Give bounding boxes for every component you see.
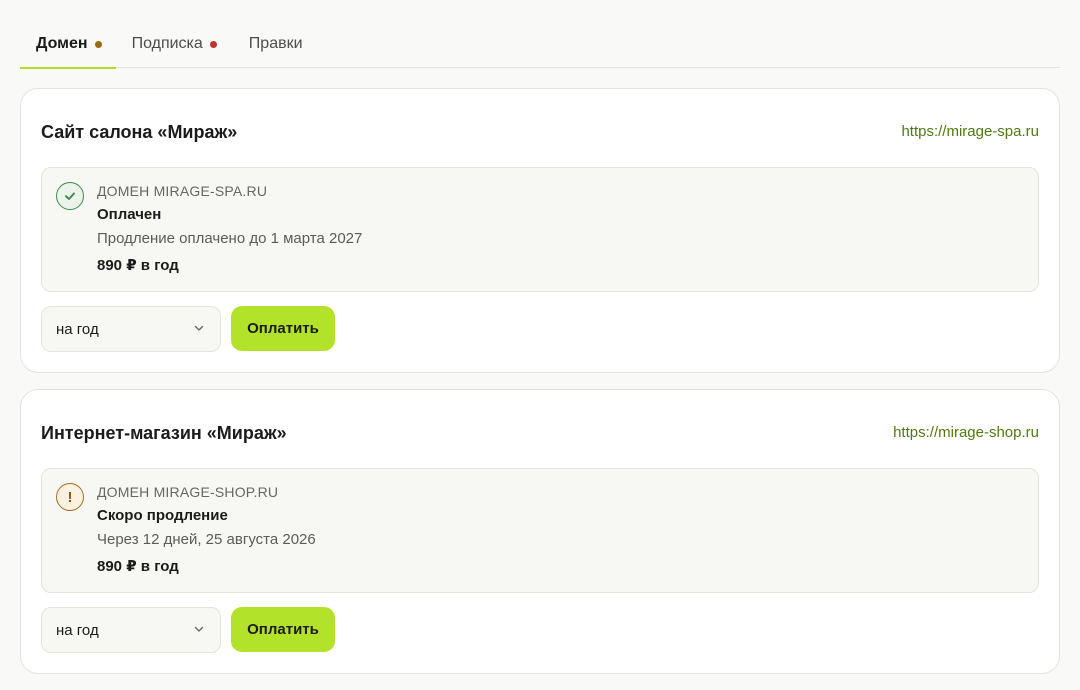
domain-state: Оплачен <box>97 206 162 223</box>
domain-note: Продление оплачено до 1 марта 2027 <box>97 230 363 247</box>
site-title: Интернет-магазин «Мираж» <box>41 423 287 443</box>
domain-price: 890 ₽ в год <box>97 558 179 575</box>
pay-button[interactable]: Оплатить <box>231 607 335 652</box>
tab-label: Подписка <box>131 35 203 52</box>
chevron-down-icon <box>194 626 204 632</box>
period-value: на год <box>56 621 99 639</box>
site-card: Сайт салона «Мираж» https://mirage-spa.r… <box>20 88 1060 373</box>
site-url-link[interactable]: https://mirage-spa.ru <box>901 123 1039 140</box>
site-url-link[interactable]: https://mirage-shop.ru <box>893 424 1039 441</box>
tab-bar: Домен Подписка Правки <box>20 20 1060 69</box>
tab-subscription[interactable]: Подписка <box>116 20 233 68</box>
tab-edits[interactable]: Правки <box>233 20 319 68</box>
domain-status-box: ! ДОМЕН MIRAGE-SHOP.RU Скоро продление Ч… <box>41 468 1039 593</box>
tab-label: Домен <box>36 35 88 52</box>
status-dot-icon <box>209 40 217 48</box>
tab-label: Правки <box>248 35 303 52</box>
period-select[interactable]: на год <box>41 607 221 653</box>
check-icon <box>56 182 84 210</box>
period-select[interactable]: на год <box>41 306 221 352</box>
pay-button[interactable]: Оплатить <box>231 306 335 351</box>
domain-state: Скоро продление <box>97 507 228 524</box>
domain-label: ДОМЕН MIRAGE-SPA.RU <box>97 183 268 199</box>
status-dot-icon <box>94 40 102 48</box>
tab-domain[interactable]: Домен <box>20 20 116 69</box>
domain-price: 890 ₽ в год <box>97 257 179 274</box>
site-title: Сайт салона «Мираж» <box>41 122 238 142</box>
site-card: Интернет-магазин «Мираж» https://mirage-… <box>20 389 1060 674</box>
period-value: на год <box>56 320 99 338</box>
domain-status-box: ДОМЕН MIRAGE-SPA.RU Оплачен Продление оп… <box>41 167 1039 292</box>
domain-label: ДОМЕН MIRAGE-SHOP.RU <box>97 484 279 500</box>
chevron-down-icon <box>194 325 204 331</box>
warning-icon: ! <box>56 483 84 511</box>
domain-note: Через 12 дней, 25 августа 2026 <box>97 531 316 548</box>
